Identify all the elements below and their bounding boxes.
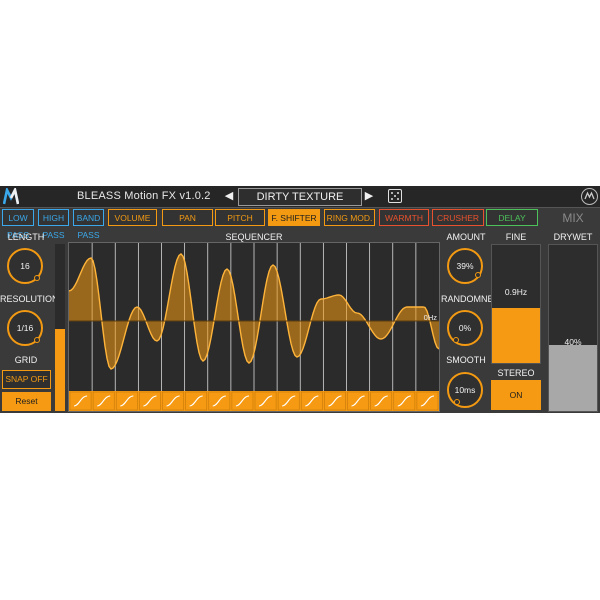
sequencer-graph [69, 243, 439, 411]
step-curve-button[interactable] [231, 391, 254, 411]
tab-high-pass[interactable]: HIGH PASS [38, 209, 69, 240]
tab-low-pass[interactable]: LOW PASS [2, 209, 34, 240]
brand-menu-icon[interactable] [581, 188, 598, 205]
step-curve-button[interactable] [162, 391, 184, 411]
randomness-label: RANDOMNESS [441, 294, 506, 304]
tab-band-pass[interactable]: BAND PASS [73, 209, 104, 240]
tab-f-shifter[interactable]: F. SHIFTER [268, 209, 320, 226]
step-curve-button[interactable] [254, 391, 277, 411]
amount-knob[interactable]: 39% [447, 248, 483, 284]
fine-value: 0.9Hz [504, 287, 528, 297]
step-curve-button[interactable] [208, 391, 231, 411]
resolution-knob[interactable]: 1/16 [7, 310, 43, 346]
preset-next-button[interactable]: ▶ [362, 188, 376, 204]
step-curve-button[interactable] [277, 391, 300, 411]
reset-button[interactable]: Reset [2, 392, 51, 411]
randomness-knob[interactable]: 0% [447, 310, 483, 346]
preset-name-display[interactable]: DIRTY TEXTURE [238, 188, 362, 206]
sequencer-label: SEQUENCER [225, 232, 283, 242]
sequencer-offset-label: 0Hz [423, 313, 437, 322]
step-curve-button[interactable] [139, 391, 161, 411]
plugin-window: BLEASS Motion FX v1.0.2 ◀ DIRTY TEXTURE … [0, 186, 600, 413]
bleass-logo-icon [3, 188, 19, 205]
drywet-fader-fill [549, 344, 597, 411]
drywet-label: DRYWET [553, 232, 593, 242]
amount-label: AMOUNT [446, 232, 486, 242]
preset-prev-button[interactable]: ◀ [222, 188, 236, 204]
step-curve-button[interactable] [416, 391, 439, 411]
step-curve-button[interactable] [300, 391, 323, 411]
tab-volume[interactable]: VOLUME [108, 209, 157, 226]
tab-pan[interactable]: PAN [162, 209, 213, 226]
drywet-fader[interactable]: 40% [548, 244, 598, 412]
title-bar: BLEASS Motion FX v1.0.2 ◀ DIRTY TEXTURE … [0, 186, 600, 208]
grid-label: GRID [14, 355, 38, 365]
resolution-label: RESOLUTION [0, 294, 59, 304]
tab-warmth[interactable]: WARMTH [379, 209, 429, 226]
fine-fader[interactable]: 0.9Hz [491, 244, 541, 364]
step-curve-button[interactable] [393, 391, 416, 411]
app-title: BLEASS Motion FX v1.0.2 [77, 190, 211, 202]
fine-fader-fill [492, 307, 540, 363]
dice-icon[interactable] [388, 189, 402, 203]
tab-pitch[interactable]: PITCH [215, 209, 265, 226]
tab-ring-mod[interactable]: RING MOD. [324, 209, 375, 226]
step-curve-button[interactable] [92, 391, 115, 411]
step-curve-button[interactable] [370, 391, 393, 411]
smooth-label: SMOOTH [446, 355, 486, 365]
tab-delay[interactable]: DELAY [486, 209, 538, 226]
step-curve-button[interactable] [185, 391, 208, 411]
mix-section-label: MIX [562, 211, 584, 225]
step-curve-button[interactable] [69, 391, 92, 411]
step-curve-button[interactable] [324, 391, 346, 411]
length-label: LENGTH [7, 232, 45, 242]
drywet-value: 40% [564, 337, 582, 347]
snap-off-button[interactable]: SNAP OFF [2, 370, 51, 389]
step-curve-button[interactable] [347, 391, 369, 411]
tab-crusher[interactable]: CRUSHER [432, 209, 484, 226]
sequencer-level-fill [55, 329, 65, 411]
sequencer-display[interactable]: 0Hz [68, 242, 440, 412]
fine-label: FINE [505, 232, 527, 242]
length-knob[interactable]: 16 [7, 248, 43, 284]
stereo-label: STEREO [497, 368, 535, 378]
sequencer-level-bar [55, 244, 65, 411]
stereo-toggle[interactable]: ON [491, 380, 541, 410]
step-curve-button[interactable] [115, 391, 138, 411]
smooth-knob[interactable]: 10ms [447, 372, 483, 408]
